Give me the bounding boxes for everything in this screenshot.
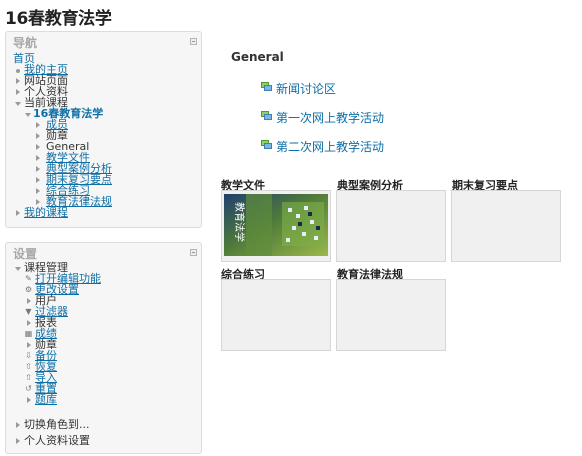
page-title: 16春教育法学 xyxy=(5,9,112,29)
expand-arrow-icon[interactable] xyxy=(36,133,40,139)
nav-item-course[interactable]: 16春教育法学 xyxy=(33,108,103,120)
expand-arrow-icon[interactable] xyxy=(16,210,20,216)
forum-icon xyxy=(261,111,272,120)
forum-link-activity-1-label[interactable]: 第一次网上教学活动 xyxy=(276,109,384,126)
restore-icon: ⇧ xyxy=(25,362,32,371)
expand-arrow-icon[interactable] xyxy=(27,397,31,403)
expand-arrow-icon[interactable] xyxy=(16,422,20,428)
expand-arrow-icon[interactable] xyxy=(16,438,20,444)
settings-block: 设置 课程管理 ✎ 打开编辑功能 ⚙ 更改设置 用户 ▼ 过滤器 报表 ▦ 成绩… xyxy=(5,242,202,454)
tile-exercises[interactable] xyxy=(221,279,331,351)
expand-arrow-icon[interactable] xyxy=(27,342,31,348)
expand-arrow-icon[interactable] xyxy=(36,199,40,205)
nav-item-my-courses[interactable]: 我的课程 xyxy=(24,207,68,219)
expand-arrow-icon[interactable] xyxy=(16,78,20,84)
nav-item-my-courses-label[interactable]: 我的课程 xyxy=(24,206,68,219)
navigation-tree: 首页 我的主页 网站页面 个人资料 当前课程 16春教育法学 成员 勋章 Gen… xyxy=(6,32,201,227)
forum-icon xyxy=(261,140,272,149)
settings-item-profile-settings-label[interactable]: 个人资料设置 xyxy=(24,434,90,447)
import-icon: ⇧ xyxy=(25,373,32,382)
expand-arrow-icon[interactable] xyxy=(36,188,40,194)
collapse-arrow-icon[interactable] xyxy=(15,267,21,271)
forum-link-news-label[interactable]: 新闻讨论区 xyxy=(276,80,336,97)
expand-arrow-icon[interactable] xyxy=(27,320,31,326)
tile-image-text: 教育法学 xyxy=(233,202,246,242)
pencil-icon: ✎ xyxy=(25,274,32,283)
tile-teaching-files[interactable]: 教育法学 xyxy=(221,190,331,262)
collapse-arrow-icon[interactable] xyxy=(25,113,31,117)
backup-icon: ⇩ xyxy=(25,351,32,360)
settings-item-question-bank-label[interactable]: 题库 xyxy=(35,393,57,406)
expand-arrow-icon[interactable] xyxy=(27,298,31,304)
collapse-arrow-icon[interactable] xyxy=(15,102,21,106)
expand-arrow-icon[interactable] xyxy=(36,177,40,183)
settings-tree: 课程管理 ✎ 打开编辑功能 ⚙ 更改设置 用户 ▼ 过滤器 报表 ▦ 成绩 勋章… xyxy=(6,243,201,453)
reset-icon: ↺ xyxy=(25,384,32,393)
tile-education-laws[interactable] xyxy=(336,279,446,351)
grades-icon: ▦ xyxy=(24,329,33,338)
tile-thumbnail-image: 教育法学 xyxy=(224,194,328,256)
filter-icon: ▼ xyxy=(25,307,32,316)
forum-icon xyxy=(261,82,272,91)
settings-item-switch-role[interactable]: 切换角色到... xyxy=(24,419,90,431)
navigation-block: 导航 首页 我的主页 网站页面 个人资料 当前课程 16春教育法学 成员 勋章 … xyxy=(5,31,202,228)
tile-final-review[interactable] xyxy=(451,190,561,262)
expand-arrow-icon[interactable] xyxy=(36,155,40,161)
expand-arrow-icon[interactable] xyxy=(36,166,40,172)
tile-case-analysis[interactable] xyxy=(336,190,446,262)
gear-icon: ⚙ xyxy=(24,285,33,294)
expand-arrow-icon[interactable] xyxy=(36,122,40,128)
bullet-icon xyxy=(16,69,20,73)
expand-arrow-icon[interactable] xyxy=(36,144,40,150)
settings-item-question-bank[interactable]: 题库 xyxy=(35,394,57,406)
settings-item-switch-role-label[interactable]: 切换角色到... xyxy=(24,418,90,431)
nav-item-course-label[interactable]: 16春教育法学 xyxy=(33,107,103,120)
settings-item-profile-settings[interactable]: 个人资料设置 xyxy=(24,435,90,447)
section-title: General xyxy=(231,50,284,64)
forum-link-activity-2-label[interactable]: 第二次网上教学活动 xyxy=(276,138,384,155)
expand-arrow-icon[interactable] xyxy=(16,89,20,95)
